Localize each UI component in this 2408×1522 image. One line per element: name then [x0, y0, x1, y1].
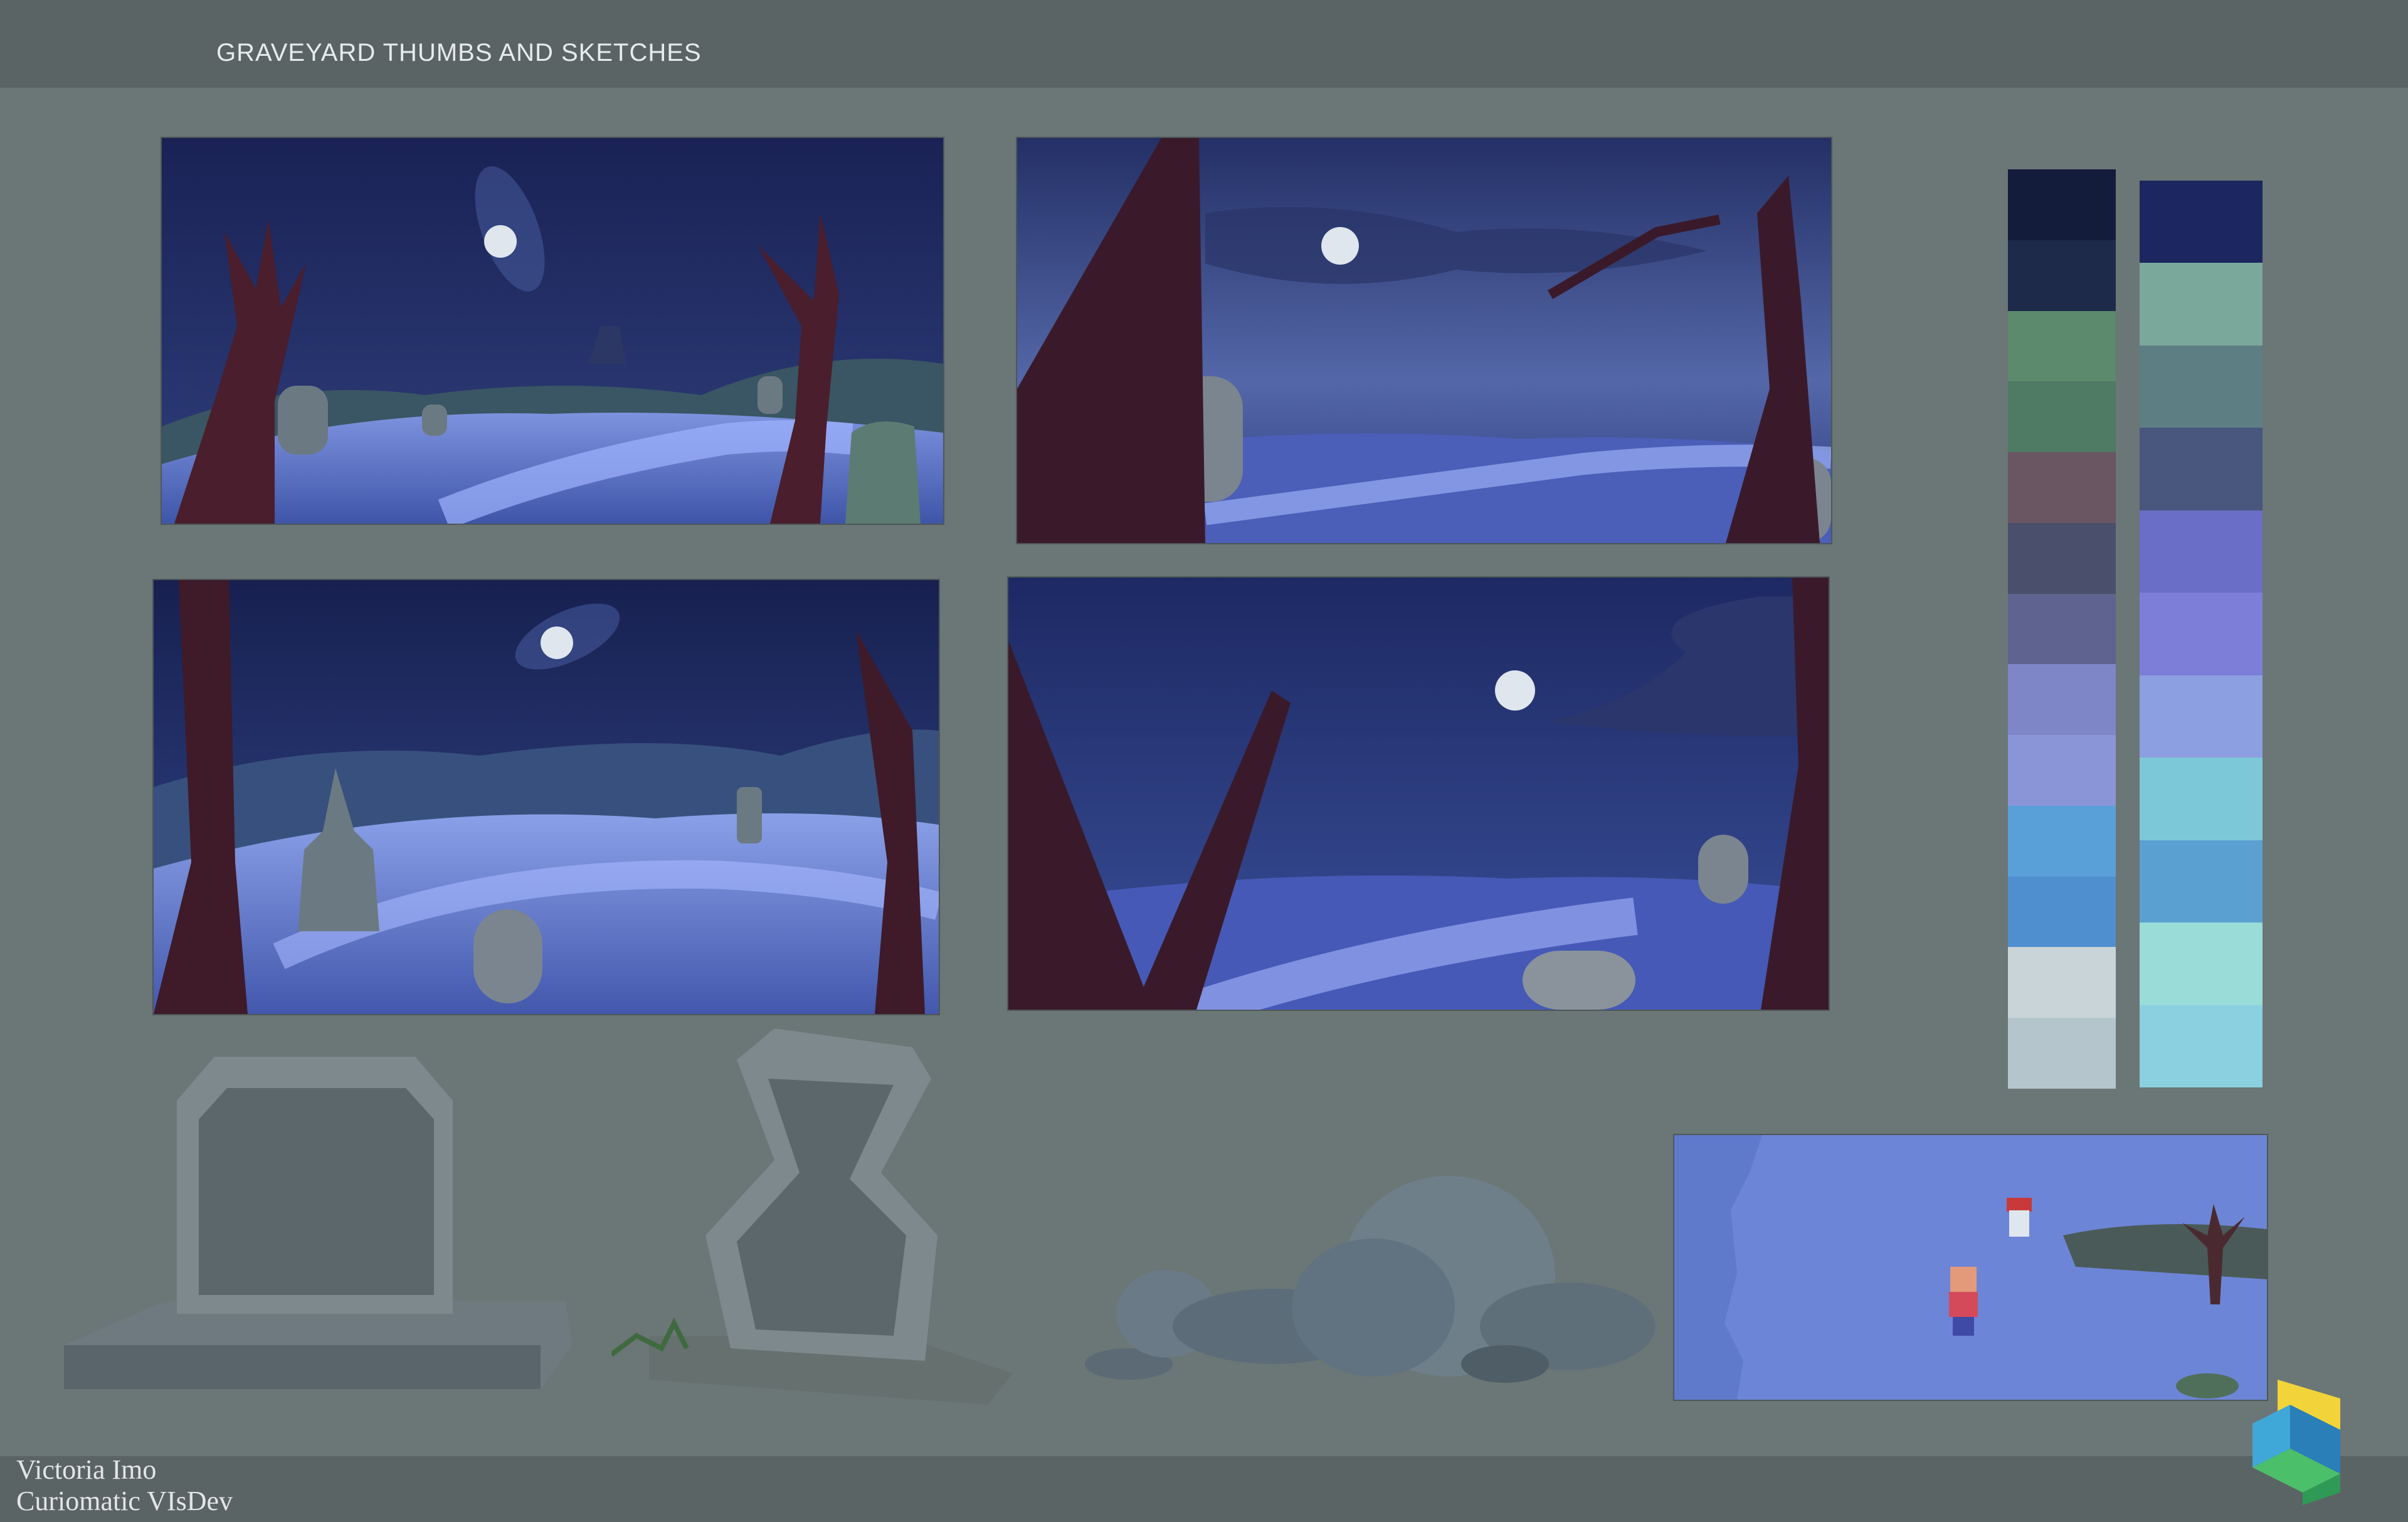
pixel-game-preview [1674, 1135, 2267, 1400]
palette-swatch [2140, 263, 2263, 346]
artist-name: Victoria Imo [16, 1454, 157, 1485]
thumbnail-panel-3 [154, 580, 939, 1014]
palette-swatch [2008, 381, 2116, 453]
palette-swatch [2140, 181, 2263, 263]
palette-swatch [2140, 758, 2263, 840]
tombstone-sketch-tilted [611, 1022, 1063, 1411]
palette-swatch [2008, 947, 2116, 1018]
thumbnail-panel-4 [1008, 578, 1829, 1010]
palette-swatch [2140, 675, 2263, 758]
rocks-icon [1085, 1176, 1656, 1383]
npc-character-icon [2007, 1198, 2032, 1237]
palette-swatch [2008, 876, 2116, 948]
palette-swatch [2008, 522, 2116, 594]
palette-swatch [2140, 428, 2263, 510]
palette-swatch [2008, 310, 2116, 382]
palette-swatch [2008, 593, 2116, 665]
palette-swatch [2008, 735, 2116, 806]
rocks-sketch [1072, 1157, 1659, 1383]
graveyard-scene-4 [1008, 578, 1829, 1010]
palette-swatch [2140, 840, 2263, 923]
palette-swatch [2008, 805, 2116, 877]
graveyard-scene-3 [154, 580, 939, 1014]
palette-swatch [2140, 345, 2263, 428]
palette-swatch [2008, 664, 2116, 736]
thumbnail-panel-1 [162, 138, 943, 524]
header-bar: GRAVEYARD THUMBS AND SKETCHES [0, 0, 2408, 88]
tombstone-sketch-square [64, 1050, 572, 1402]
tombstone-tilted-icon [611, 1028, 1013, 1405]
player-character-icon [1949, 1267, 1978, 1336]
palette-swatch [2008, 1018, 2116, 1089]
footer-bar [0, 1456, 2408, 1522]
palette-swatch [2140, 593, 2263, 675]
palette-swatch [2008, 452, 2116, 523]
tombstone-square-icon [64, 1057, 572, 1389]
thumbnail-panel-2 [1017, 138, 1831, 543]
palette-swatch [2140, 510, 2263, 593]
studio-logo-icon [2252, 1380, 2340, 1505]
graveyard-scene-2 [1017, 138, 1831, 543]
pixel-scene [1674, 1135, 2267, 1400]
palette-swatch [2140, 1005, 2263, 1087]
palette-swatch [2008, 240, 2116, 311]
palette-swatch [2140, 922, 2263, 1005]
color-palette-strip [2008, 169, 2116, 1089]
page-title: GRAVEYARD THUMBS AND SKETCHES [216, 39, 702, 66]
studio-name: Curiomatic VIsDev [16, 1486, 233, 1516]
graveyard-scene-1 [162, 138, 943, 524]
palette-swatch [2008, 169, 2116, 240]
texture-palette-strip [2140, 181, 2263, 1087]
studio-logo [2252, 1380, 2340, 1505]
